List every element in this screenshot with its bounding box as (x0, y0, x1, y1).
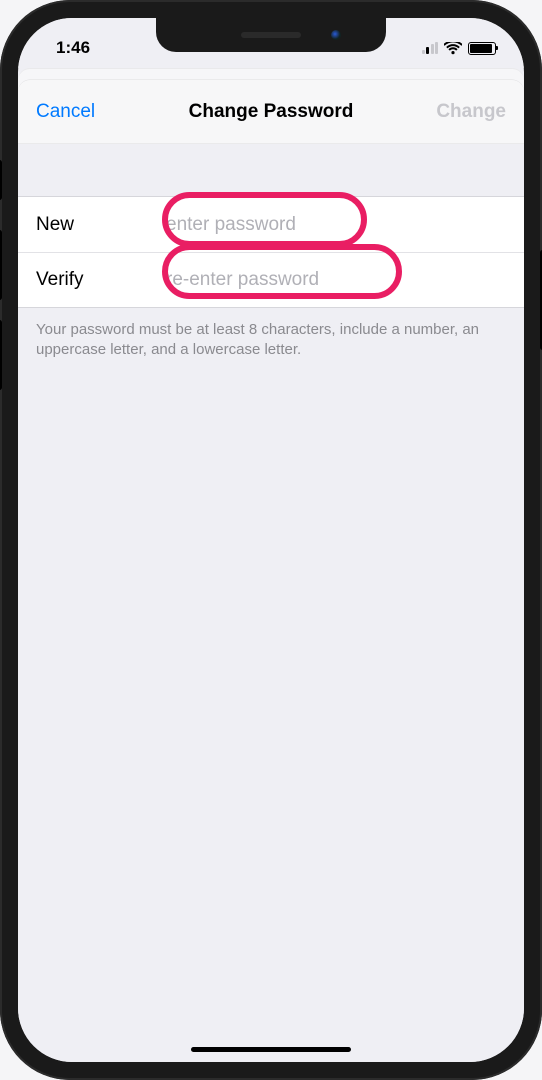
screen: 1:46 Cancel Change Password Change (18, 18, 524, 1062)
password-requirements-text: Your password must be at least 8 charact… (18, 308, 524, 373)
cancel-button[interactable]: Cancel (36, 101, 126, 123)
verify-password-label: Verify (36, 269, 166, 291)
home-indicator[interactable] (191, 1047, 351, 1052)
new-password-row: New (18, 197, 524, 252)
status-time: 1:46 (56, 38, 90, 58)
mute-switch (0, 160, 2, 200)
status-indicators (422, 42, 497, 55)
new-password-input[interactable] (166, 214, 506, 236)
cellular-signal-icon (422, 42, 439, 54)
new-password-label: New (36, 214, 166, 236)
volume-up-button (0, 230, 2, 300)
battery-icon (468, 42, 496, 55)
volume-down-button (0, 320, 2, 390)
password-form-group: New Verify (18, 196, 524, 308)
notch (156, 18, 386, 52)
phone-frame: 1:46 Cancel Change Password Change (0, 0, 542, 1080)
page-title: Change Password (126, 101, 416, 123)
change-button[interactable]: Change (416, 101, 506, 123)
verify-password-input[interactable] (166, 269, 506, 291)
front-camera-icon (331, 30, 341, 40)
verify-password-row: Verify (18, 252, 524, 307)
nav-bar: Cancel Change Password Change (18, 80, 524, 144)
wifi-icon (444, 42, 462, 55)
modal-sheet: Cancel Change Password Change New Verify… (18, 80, 524, 1062)
